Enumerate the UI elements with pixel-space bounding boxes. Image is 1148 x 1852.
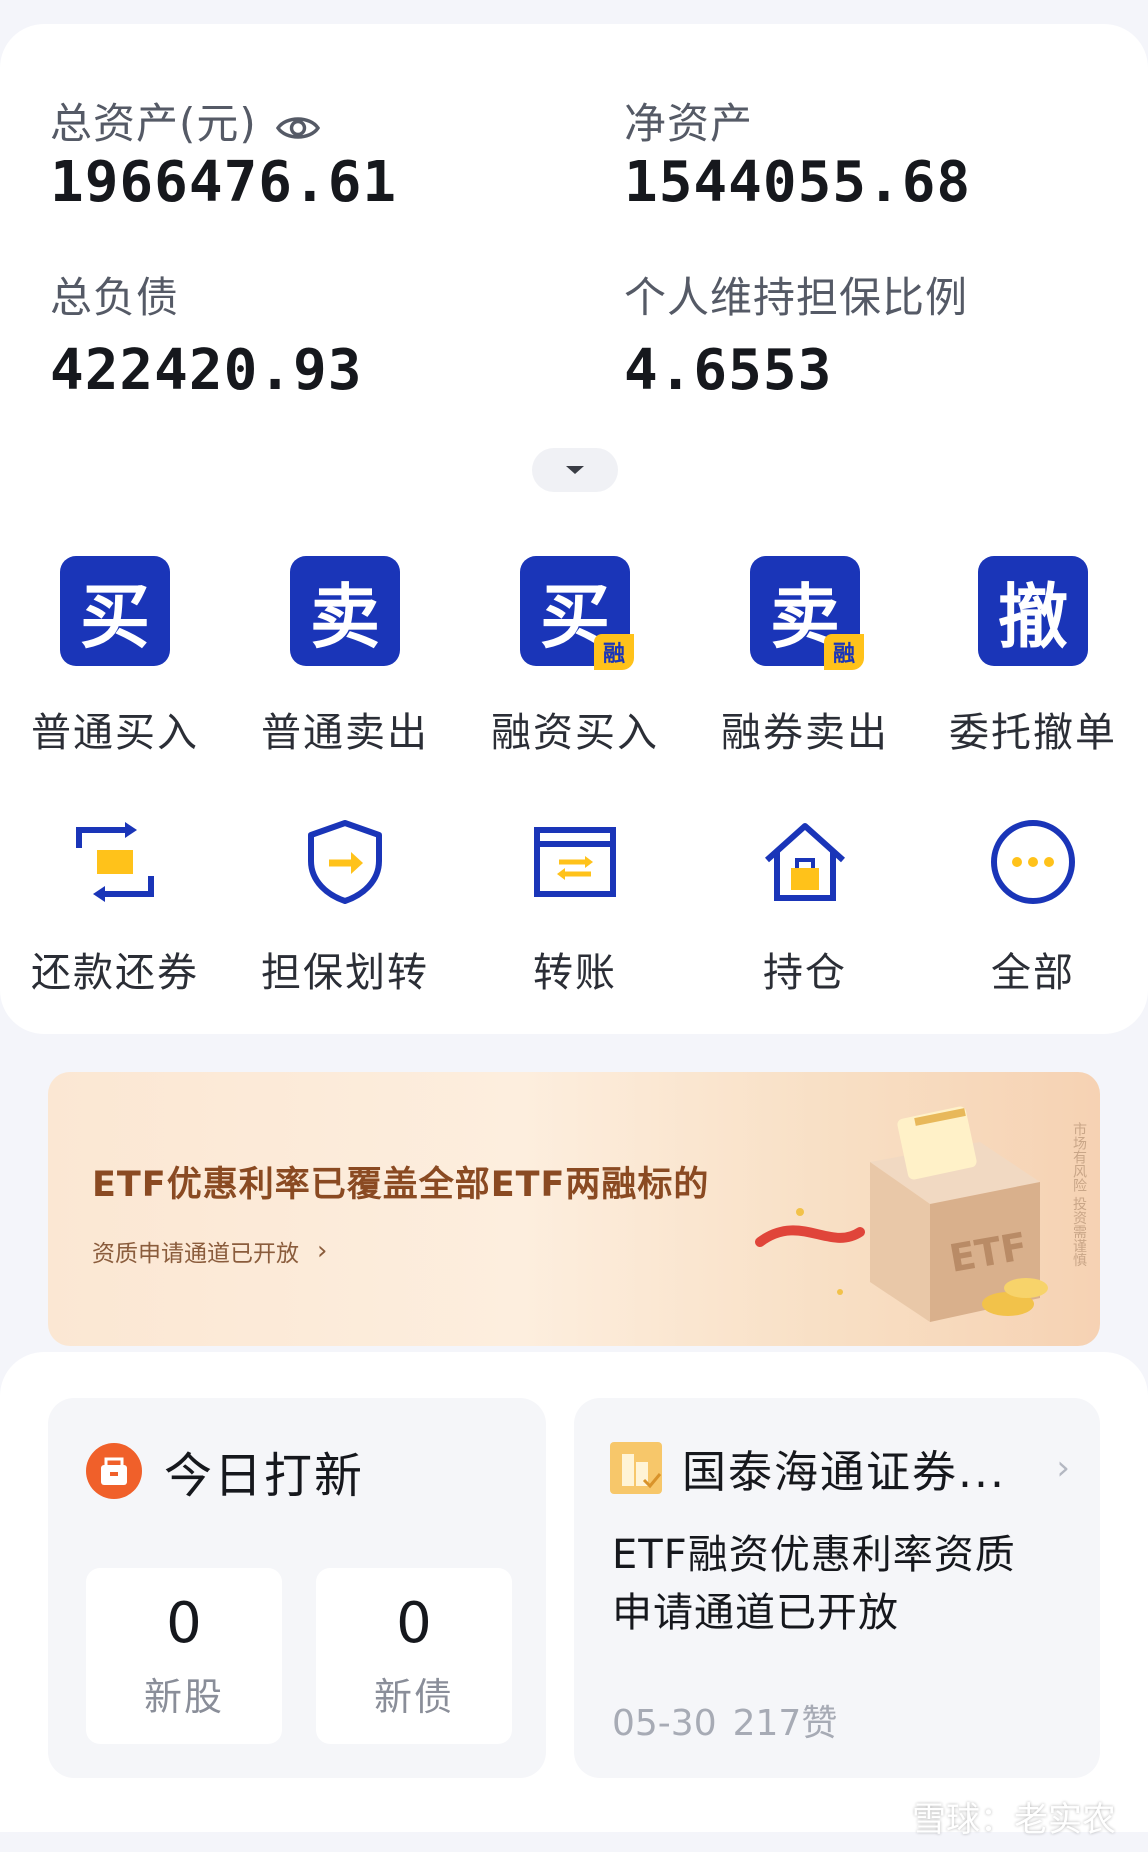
- ipo-icon: [86, 1443, 142, 1499]
- action-label: 普通买入: [31, 710, 199, 756]
- action-short-sell[interactable]: 卖 融 融券卖出: [690, 556, 920, 758]
- buy-icon: 买: [60, 556, 170, 666]
- chevron-down-icon: [566, 466, 584, 474]
- action-all[interactable]: 全部: [918, 812, 1148, 998]
- margin-buy-icon: 买 融: [520, 556, 634, 670]
- total-liabilities-label: 总负债: [50, 273, 180, 322]
- watermark-text: 雪球：老实农: [912, 1800, 1116, 1840]
- news-headline: ETF融资优惠利率资质申请通道已开放: [612, 1532, 1016, 1636]
- action-label: 还款还券: [31, 950, 199, 996]
- banner-title: ETF优惠利率已覆盖全部ETF两融标的: [92, 1165, 710, 1205]
- new-bonds-counter[interactable]: 0 新债: [316, 1568, 512, 1744]
- tile-glyph: 买: [80, 575, 150, 658]
- collateral-transfer-icon: [295, 812, 395, 912]
- action-label: 担保划转: [261, 950, 429, 996]
- action-label: 转账: [533, 950, 617, 996]
- snowball-logo-icon: [866, 1804, 902, 1829]
- tile-glyph: 卖: [310, 575, 380, 658]
- watermark: 雪球：老实农: [864, 1792, 1116, 1841]
- maintenance-ratio-label: 个人维持担保比例: [624, 273, 969, 322]
- net-assets-value: 1544055.68: [624, 150, 972, 215]
- holdings-icon: [755, 812, 855, 912]
- news-header: 国泰海通证券... ›: [610, 1436, 1070, 1500]
- action-label: 融资买入: [491, 710, 659, 756]
- news-card[interactable]: 国泰海通证券... › ETF融资优惠利率资质申请通道已开放 05-30 217赞: [574, 1398, 1100, 1778]
- repay-icon: [65, 812, 165, 912]
- news-meta: 05-30 217赞: [612, 1694, 837, 1746]
- transfer-icon: [525, 812, 625, 912]
- action-transfer[interactable]: 转账: [460, 812, 690, 998]
- broker-logo-icon: [610, 1442, 662, 1494]
- action-label: 委托撤单: [949, 710, 1117, 756]
- margin-badge: 融: [824, 634, 864, 670]
- chevron-right-icon: ›: [1056, 1448, 1070, 1488]
- action-normal-sell[interactable]: 卖 普通卖出: [230, 556, 460, 758]
- action-margin-buy[interactable]: 买 融 融资买入: [460, 556, 690, 758]
- action-repay[interactable]: 还款还券: [0, 812, 230, 998]
- expand-button[interactable]: [532, 448, 618, 492]
- ipo-card[interactable]: 今日打新 0 新股 0 新债: [48, 1398, 546, 1778]
- action-holdings[interactable]: 持仓: [690, 812, 920, 998]
- news-date: 05-30: [612, 1703, 717, 1744]
- chevron-right-icon: ›: [317, 1236, 328, 1266]
- action-label: 持仓: [763, 950, 847, 996]
- new-bonds-count: 0: [396, 1591, 432, 1656]
- total-assets-value: 1966476.61: [50, 150, 398, 215]
- action-label: 普通卖出: [261, 710, 429, 756]
- action-label: 全部: [991, 950, 1075, 996]
- risk-note: 市场有风险 投资需谨慎: [1071, 1122, 1087, 1267]
- action-label: 融券卖出: [721, 710, 889, 756]
- action-collateral-transfer[interactable]: 担保划转: [230, 812, 460, 998]
- new-stocks-counter[interactable]: 0 新股: [86, 1568, 282, 1744]
- maintenance-ratio-value: 4.6553: [624, 338, 833, 403]
- banner-subtitle-link[interactable]: 资质申请通道已开放 ›: [92, 1234, 327, 1268]
- ipo-header: 今日打新: [86, 1436, 364, 1506]
- margin-badge: 融: [594, 634, 634, 670]
- new-bonds-label: 新债: [373, 1675, 454, 1719]
- more-icon: [983, 812, 1083, 912]
- new-stocks-label: 新股: [143, 1675, 224, 1719]
- ipo-title: 今日打新: [164, 1448, 365, 1504]
- news-likes: 217赞: [732, 1703, 838, 1744]
- action-normal-buy[interactable]: 买 普通买入: [0, 556, 230, 758]
- total-assets-label-row: 总资产(元): [50, 90, 321, 151]
- total-liabilities-value: 422420.93: [50, 338, 363, 403]
- asset-summary-card: 总资产(元) 1966476.61 净资产 1544055.68 总负债 422…: [0, 24, 1148, 1034]
- net-assets-label: 净资产: [624, 99, 754, 148]
- new-stocks-count: 0: [166, 1591, 202, 1656]
- tile-glyph: 撤: [998, 575, 1068, 658]
- banner-subtitle: 资质申请通道已开放: [92, 1241, 299, 1267]
- news-source: 国泰海通证券...: [682, 1447, 1006, 1498]
- total-assets-label: 总资产(元): [50, 99, 257, 148]
- action-cancel-order[interactable]: 撤 委托撤单: [918, 556, 1148, 758]
- eye-icon[interactable]: [275, 105, 321, 139]
- short-sell-icon: 卖 融: [750, 556, 864, 670]
- sell-icon: 卖: [290, 556, 400, 666]
- etf-gift-box-illustration: ETF: [755, 1106, 1048, 1322]
- cancel-order-icon: 撤: [978, 556, 1088, 666]
- promo-banner[interactable]: ETF优惠利率已覆盖全部ETF两融标的 资质申请通道已开放 › ETF 市场有风…: [48, 1072, 1100, 1346]
